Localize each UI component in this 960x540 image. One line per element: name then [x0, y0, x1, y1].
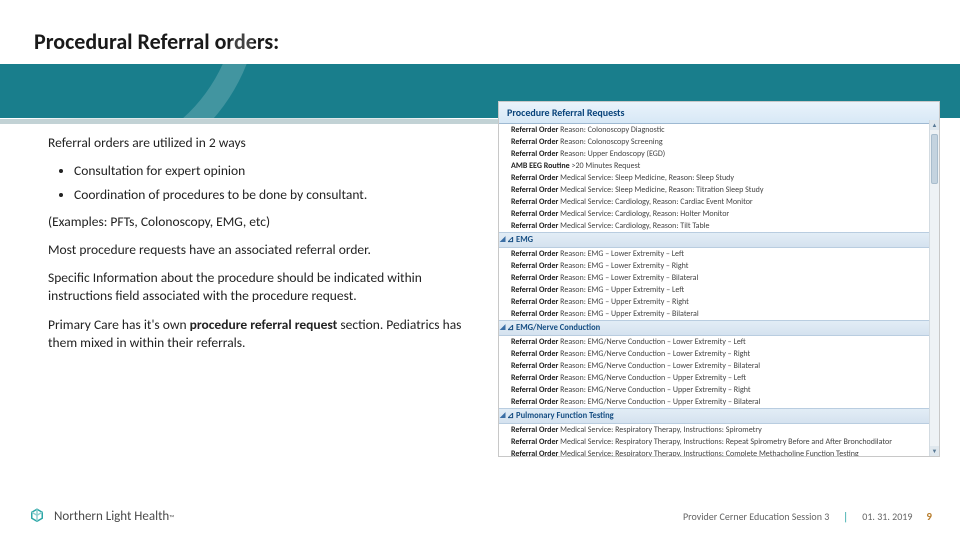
- footer: Northern Light Health™ Provider Cerner E…: [0, 496, 960, 540]
- panel-row[interactable]: Referral Order Medical Service: Respirat…: [499, 448, 939, 457]
- panel-body: Referral Order Reason: Colonoscopy Diagn…: [499, 124, 939, 457]
- panel-row[interactable]: Referral Order Reason: Upper Endoscopy (…: [499, 148, 939, 160]
- panel-row[interactable]: Referral Order Medical Service: Sleep Me…: [499, 184, 939, 196]
- logo-icon: [28, 507, 46, 525]
- panel-row[interactable]: Referral Order Medical Service: Cardiolo…: [499, 220, 939, 232]
- panel-row[interactable]: Referral Order Medical Service: Cardiolo…: [499, 196, 939, 208]
- brand-name: Northern Light Health: [54, 509, 169, 524]
- panel-row[interactable]: Referral Order Reason: EMG/Nerve Conduct…: [499, 396, 939, 408]
- bold-phrase: procedure referral request: [190, 316, 338, 333]
- panel-section-header[interactable]: ⊿ EMG/Nerve Conduction: [499, 320, 939, 336]
- footer-separator: │: [843, 510, 848, 523]
- scrollbar[interactable]: ▲ ▼: [929, 120, 939, 456]
- panel-header: Procedure Referral Requests: [499, 102, 939, 124]
- panel-row[interactable]: Referral Order Reason: Colonoscopy Diagn…: [499, 124, 939, 136]
- procedure-panel: Procedure Referral Requests Referral Ord…: [498, 101, 940, 457]
- footer-date: 01. 31. 2019: [862, 510, 912, 523]
- panel-row[interactable]: Referral Order Reason: EMG – Upper Extre…: [499, 296, 939, 308]
- panel-section-header[interactable]: ⊿ Pulmonary Function Testing: [499, 408, 939, 424]
- examples-text: (Examples: PFTs, Colonoscopy, EMG, etc): [48, 213, 478, 231]
- panel-row[interactable]: Referral Order Reason: EMG – Upper Extre…: [499, 308, 939, 320]
- scroll-thumb[interactable]: [931, 134, 938, 184]
- panel-row[interactable]: AMB EEG Routine >20 Minutes Request: [499, 160, 939, 172]
- panel-row[interactable]: Referral Order Reason: EMG/Nerve Conduct…: [499, 336, 939, 348]
- panel-row[interactable]: Referral Order Medical Service: Respirat…: [499, 424, 939, 436]
- panel-row[interactable]: Referral Order Reason: EMG/Nerve Conduct…: [499, 348, 939, 360]
- paragraph: Most procedure requests have an associat…: [48, 241, 478, 259]
- footer-session: Provider Cerner Education Session 3: [683, 510, 829, 523]
- intro-text: Referral orders are utilized in 2 ways: [48, 134, 478, 152]
- panel-row[interactable]: Referral Order Reason: EMG/Nerve Conduct…: [499, 384, 939, 396]
- scroll-down-icon[interactable]: ▼: [930, 446, 939, 456]
- page-number: 9: [926, 510, 932, 523]
- brand-logo: Northern Light Health™: [28, 507, 175, 525]
- list-item: Consultation for expert opinion: [74, 162, 478, 180]
- panel-row[interactable]: Referral Order Reason: EMG – Lower Extre…: [499, 260, 939, 272]
- panel-row[interactable]: Referral Order Medical Service: Cardiolo…: [499, 208, 939, 220]
- bullet-list: Consultation for expert opinion Coordina…: [48, 162, 478, 204]
- panel-row[interactable]: Referral Order Reason: EMG – Lower Extre…: [499, 272, 939, 284]
- paragraph: Specific Information about the procedure…: [48, 269, 478, 305]
- scroll-up-icon[interactable]: ▲: [930, 120, 939, 130]
- panel-row[interactable]: Referral Order Reason: EMG – Lower Extre…: [499, 248, 939, 260]
- panel-section-header[interactable]: ⊿ EMG: [499, 232, 939, 248]
- panel-row[interactable]: Referral Order Medical Service: Respirat…: [499, 436, 939, 448]
- panel-row[interactable]: Referral Order Reason: EMG – Upper Extre…: [499, 284, 939, 296]
- list-item: Coordination of procedures to be done by…: [74, 186, 478, 204]
- paragraph: Primary Care has it's own procedure refe…: [48, 316, 478, 352]
- panel-row[interactable]: Referral Order Reason: EMG/Nerve Conduct…: [499, 372, 939, 384]
- panel-row[interactable]: Referral Order Medical Service: Sleep Me…: [499, 172, 939, 184]
- body-text: Referral orders are utilized in 2 ways C…: [48, 134, 478, 362]
- panel-row[interactable]: Referral Order Reason: Colonoscopy Scree…: [499, 136, 939, 148]
- panel-row[interactable]: Referral Order Reason: EMG/Nerve Conduct…: [499, 360, 939, 372]
